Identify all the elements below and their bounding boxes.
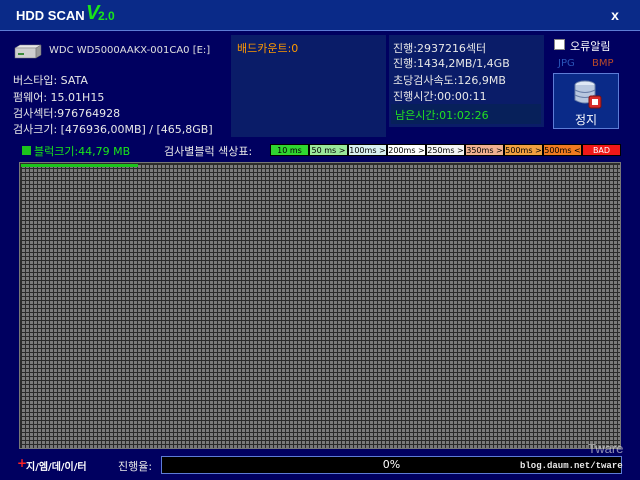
completed-blocks bbox=[21, 164, 138, 167]
hard-drive-icon bbox=[14, 44, 42, 59]
legend-100ms: 100ms > bbox=[348, 144, 387, 156]
watermark: Tware bbox=[588, 441, 624, 456]
scan-speed: 초당검사속도:126,9MB bbox=[393, 74, 506, 87]
drive-name: WDC WD5000AAKX-001CA0 [E:] bbox=[49, 45, 211, 56]
legend-bad: BAD bbox=[582, 144, 621, 156]
legend-350ms: 350ms > bbox=[465, 144, 504, 156]
error-alarm-checkbox[interactable] bbox=[554, 39, 565, 50]
jpg-option[interactable]: JPG bbox=[558, 58, 575, 69]
bmp-option[interactable]: BMP bbox=[592, 58, 614, 69]
legend-title: 검사별블럭 색상표: bbox=[164, 145, 253, 158]
block-size: 블럭크기:44,79 MB bbox=[34, 145, 131, 158]
pending-blocks bbox=[21, 164, 620, 448]
legend-200ms: 200ms > bbox=[387, 144, 426, 156]
block-size-swatch bbox=[22, 146, 31, 155]
firmware: 펌웨어: 15.01H15 bbox=[13, 91, 105, 104]
progress-mb: 진행:1434,2MB/1,4GB bbox=[393, 57, 510, 70]
scan-sectors: 검사섹터:976764928 bbox=[13, 107, 121, 120]
legend-500ms-over: 500ms > bbox=[504, 144, 543, 156]
stop-button-label: 정지 bbox=[574, 113, 598, 127]
brand-label: 지/엠/데/이/터 bbox=[26, 462, 87, 473]
legend-500ms-under: 500ms < bbox=[543, 144, 582, 156]
app-version: 2.0 bbox=[98, 9, 115, 23]
bus-type: 버스타입: SATA bbox=[13, 74, 88, 87]
close-button[interactable]: x bbox=[606, 6, 624, 24]
blog-url: blog.daum.net/tware bbox=[520, 461, 623, 471]
scan-block-grid bbox=[19, 162, 621, 449]
progress-sectors: 진행:2937216섹터 bbox=[393, 42, 487, 55]
progress-label: 진행율: bbox=[118, 460, 153, 473]
elapsed-time: 진행시간:00:00:11 bbox=[393, 90, 487, 103]
legend-50ms: 50 ms > bbox=[309, 144, 348, 156]
legend-250ms: 250ms > bbox=[426, 144, 465, 156]
bad-count: 배드카운트:0 bbox=[237, 42, 299, 55]
legend-10ms: 10 ms bbox=[270, 144, 309, 156]
error-alarm-label[interactable]: 오류알림 bbox=[570, 38, 610, 54]
scan-size: 검사크기: [476936,00MB] / [465,8GB] bbox=[13, 123, 213, 136]
database-stop-icon bbox=[574, 80, 602, 109]
hdd-scan-window: HDD SCAN V 2.0 x WDC WD5000AAKX-001CA0 [… bbox=[0, 0, 640, 480]
remaining-time: 남은시간:01:02:26 bbox=[395, 109, 489, 122]
title-bar[interactable]: HDD SCAN V 2.0 x bbox=[0, 0, 640, 31]
stop-button[interactable]: 정지 bbox=[553, 73, 619, 129]
app-title: HDD SCAN bbox=[16, 8, 85, 23]
